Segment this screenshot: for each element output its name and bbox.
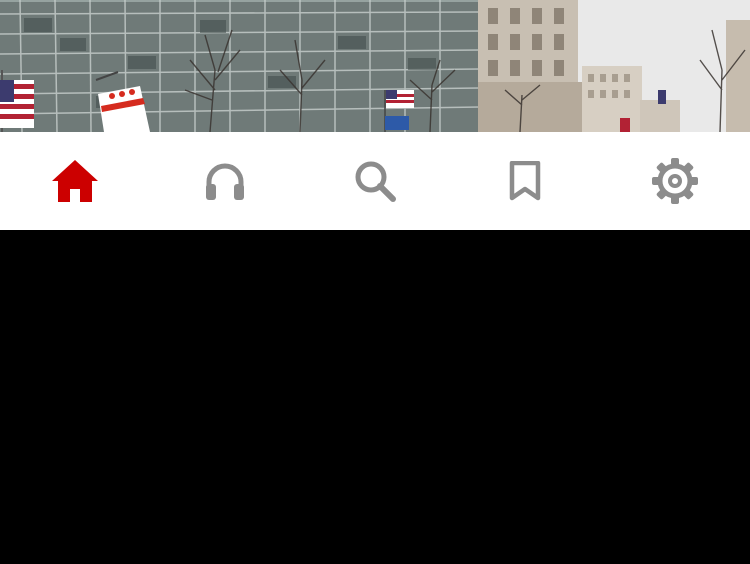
search-icon xyxy=(355,161,396,202)
tab-saved[interactable] xyxy=(450,132,600,230)
tab-home[interactable] xyxy=(0,132,150,230)
tab-settings[interactable] xyxy=(600,132,750,230)
tab-listen[interactable] xyxy=(150,132,300,230)
headphones-icon xyxy=(206,163,244,200)
home-icon xyxy=(52,160,98,202)
bottom-tab-bar xyxy=(0,132,750,230)
tab-search[interactable] xyxy=(300,132,450,230)
hero-photo[interactable] xyxy=(0,0,750,132)
gear-icon xyxy=(652,158,698,204)
hero-photo-illustration xyxy=(0,0,750,132)
content-area xyxy=(0,230,750,564)
bookmark-icon xyxy=(509,161,541,201)
